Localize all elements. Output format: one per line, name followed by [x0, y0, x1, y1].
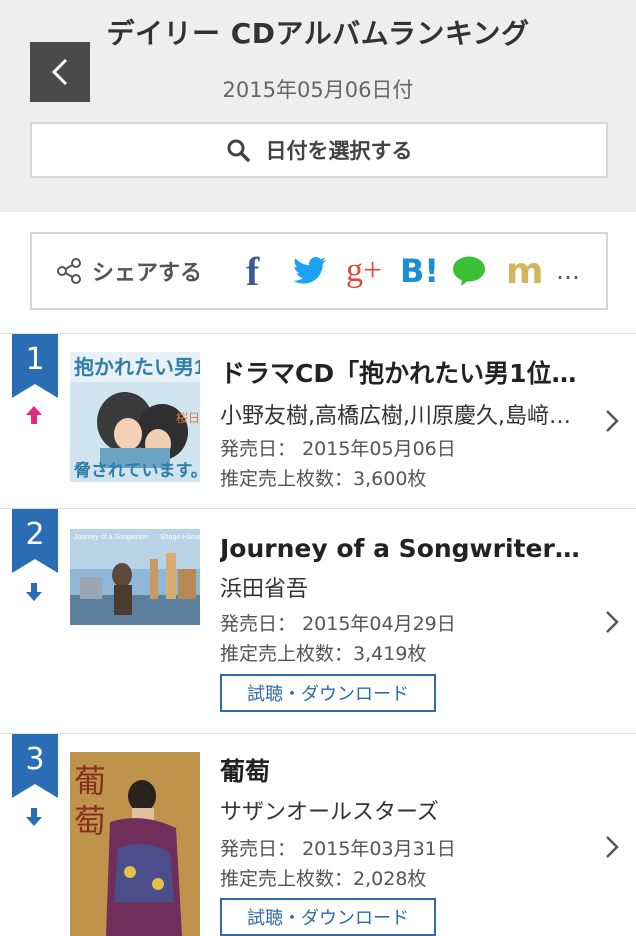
release-date-label: 発売日： — [220, 613, 297, 635]
more-icon[interactable]: … — [556, 234, 580, 308]
album-title: Journey of a Songwriter ～ 旅するソングライター — [220, 534, 580, 563]
release-date: 発売日： 2015年04月29日 — [220, 609, 456, 636]
sales-value: 3,419枚 — [353, 643, 427, 665]
album-cover: 抱かれたい男1位に 脅されています。 桜日梯子 — [70, 352, 200, 482]
date-select-label: 日付を選択する — [265, 139, 413, 163]
header: デイリー CDアルバムランキング 2015年05月06日付 日付を選択する — [0, 0, 636, 212]
share-icon[interactable] — [56, 258, 82, 284]
share-label: シェアする — [92, 261, 203, 286]
rank-number: 3 — [25, 742, 45, 777]
chevron-right-icon — [606, 410, 619, 432]
sales-label: 推定売上枚数： — [220, 643, 354, 665]
svg-text:葡: 葡 — [74, 763, 106, 799]
hatena-bookmark-icon[interactable]: B! — [400, 234, 439, 308]
svg-text:Shogo Hamada: Shogo Hamada — [160, 534, 200, 541]
ranking-date: 2015年05月06日付 — [222, 78, 414, 102]
sales-value: 2,028枚 — [353, 868, 427, 890]
svg-text:萄: 萄 — [74, 803, 106, 839]
page-title: デイリー CDアルバムランキング — [106, 17, 530, 50]
twitter-icon[interactable] — [292, 234, 328, 308]
preview-download-button[interactable]: 試聴・ダウンロード — [220, 674, 436, 712]
estimated-sales: 推定売上枚数：2,028枚 — [220, 864, 426, 891]
svg-text:Journey of a Songwriter: Journey of a Songwriter — [74, 534, 149, 541]
artist-name: 浜田省吾 — [220, 577, 309, 602]
release-date-label: 発売日： — [220, 838, 297, 860]
album-cover: 葡 萄 — [70, 752, 200, 936]
estimated-sales: 推定売上枚数：3,600枚 — [220, 464, 426, 491]
search-icon — [227, 139, 250, 162]
sales-value: 3,600枚 — [353, 468, 427, 490]
album-cover: Journey of a Songwriter Shogo Hamada — [70, 529, 200, 625]
svg-text:脅されています。: 脅されています。 — [73, 460, 200, 480]
svg-text:桜日梯子: 桜日梯子 — [176, 411, 200, 425]
release-date-value: 2015年04月29日 — [302, 613, 456, 635]
preview-download-button[interactable]: 試聴・ダウンロード — [220, 898, 436, 936]
release-date-label: 発売日： — [220, 438, 297, 460]
google-plus-icon[interactable]: g+ — [346, 234, 382, 308]
release-date-value: 2015年03月31日 — [302, 838, 456, 860]
arrow-down-icon — [26, 808, 42, 826]
rank-number: 2 — [25, 517, 45, 552]
artist-name: 小野友樹,高橋広樹,川原慶久,島﨑信長 — [220, 404, 580, 429]
chevron-right-icon — [606, 836, 619, 858]
release-date: 発売日： 2015年03月31日 — [220, 834, 456, 861]
share-bar: シェアする f g+ B! m … — [30, 232, 608, 310]
album-title: ドラマCD「抱かれたい男1位に脅されています。」 — [220, 359, 580, 388]
arrow-down-icon — [26, 583, 42, 601]
chevron-right-icon — [606, 611, 619, 633]
sales-label: 推定売上枚数： — [220, 468, 354, 490]
sales-label: 推定売上枚数： — [220, 868, 354, 890]
rank-number: 1 — [25, 342, 45, 377]
ranking-item-2[interactable]: 2 Journey of a Songwriter Shogo Hamada J… — [0, 509, 636, 733]
date-select-button[interactable]: 日付を選択する — [30, 122, 608, 178]
line-icon[interactable] — [452, 234, 486, 308]
svg-text:抱かれたい男1位に: 抱かれたい男1位に — [74, 355, 200, 379]
artist-name: サザンオールスターズ — [220, 800, 439, 825]
estimated-sales: 推定売上枚数：3,419枚 — [220, 639, 426, 666]
mixi-icon[interactable]: m — [506, 234, 544, 308]
arrow-up-icon — [26, 406, 42, 424]
facebook-icon[interactable]: f — [246, 234, 259, 308]
release-date-value: 2015年05月06日 — [302, 438, 456, 460]
release-date: 発売日： 2015年05月06日 — [220, 434, 456, 461]
ranking-item-1[interactable]: 1 抱かれたい男1位に 脅されています。 桜日梯子 ドラマCD「抱かれたい男1位… — [0, 334, 636, 508]
ranking-item-3[interactable]: 3 葡 萄 葡萄 サザンオールスターズ 発売日： 2015年03月31日 推定売… — [0, 734, 636, 936]
album-title: 葡萄 — [220, 757, 271, 786]
